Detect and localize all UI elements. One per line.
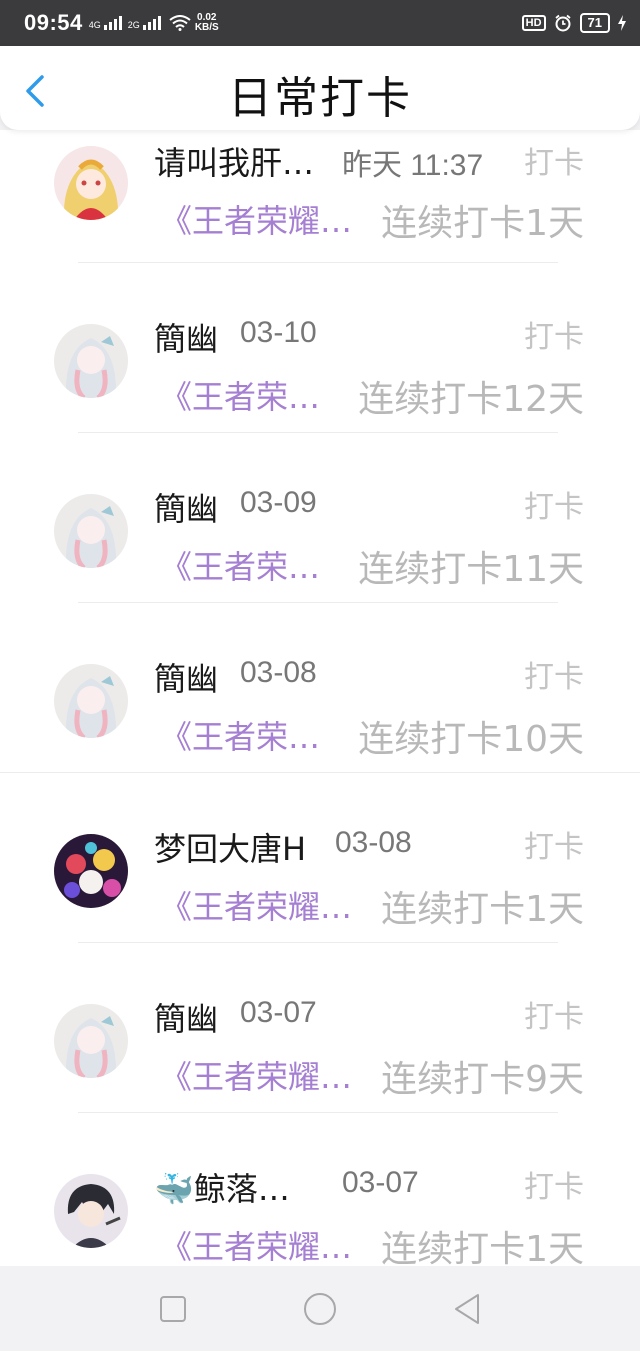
username[interactable]: 请叫我肝…: [154, 138, 314, 184]
divider: [78, 602, 558, 603]
checkin-action-label: 打卡: [524, 830, 584, 865]
list-item[interactable]: 🐳鲸落… 03-07 打卡 《王者荣耀… 连续打卡1天: [0, 1144, 640, 1266]
username[interactable]: 簡幽: [154, 484, 218, 530]
checkin-action-label: 打卡: [524, 1170, 584, 1205]
alarm-icon: [554, 14, 571, 32]
checkin-list[interactable]: 请叫我肝… 昨天 11:37 打卡 《王者荣耀… 连续打卡1天 簡幽 03-10…: [0, 130, 640, 1266]
avatar-image: [54, 1004, 128, 1078]
triangle-back-icon: [454, 1293, 479, 1324]
navigation-bar: 日常打卡: [0, 46, 640, 130]
username[interactable]: 簡幽: [154, 994, 218, 1040]
recent-apps-button[interactable]: [153, 1289, 193, 1329]
checkin-action-label: 打卡: [524, 660, 584, 695]
game-title[interactable]: 《王者荣…: [160, 372, 320, 418]
status-bar: 09:54 4G 2G 0.02 KB/S HD 71: [0, 0, 640, 46]
checkin-date: 03-08: [240, 656, 317, 689]
avatar-image: [54, 834, 128, 908]
network-label-2: 2G: [127, 20, 140, 30]
speed-unit: KB/S: [194, 22, 219, 33]
avatar[interactable]: [54, 324, 128, 398]
game-title[interactable]: 《王者荣耀…: [160, 196, 352, 242]
avatar[interactable]: [54, 834, 128, 908]
checkin-date: 03-07: [240, 996, 317, 1029]
game-title[interactable]: 《王者荣耀…: [160, 1222, 352, 1266]
signal-bars-icon: [103, 16, 122, 30]
list-item[interactable]: 簡幽 03-09 打卡 《王者荣… 连续打卡11天: [0, 464, 640, 634]
list-item[interactable]: 请叫我肝… 昨天 11:37 打卡 《王者荣耀… 连续打卡1天: [0, 130, 640, 294]
divider: [78, 262, 558, 263]
back-button[interactable]: [447, 1289, 487, 1329]
streak-text: 连续打卡10天: [358, 719, 584, 760]
list-item[interactable]: 簡幽 03-10 打卡 《王者荣… 连续打卡12天: [0, 294, 640, 464]
checkin-action-label: 打卡: [524, 320, 584, 355]
wifi-icon: [169, 15, 191, 31]
avatar[interactable]: [54, 1174, 128, 1248]
square-icon: [160, 1295, 187, 1322]
page-title: 日常打卡: [228, 73, 412, 124]
streak-text: 连续打卡1天: [381, 203, 584, 244]
circle-icon: [303, 1292, 336, 1325]
avatar[interactable]: [54, 494, 128, 568]
divider: [78, 942, 558, 943]
checkin-date: 昨天 11:37: [342, 149, 484, 182]
streak-text: 连续打卡11天: [358, 549, 584, 590]
username[interactable]: 梦回大唐H: [154, 824, 306, 870]
streak-text: 连续打卡1天: [381, 889, 584, 930]
signal-bars-icon: [142, 16, 161, 30]
avatar[interactable]: [54, 146, 128, 220]
avatar-image: [54, 146, 128, 220]
list-item[interactable]: 梦回大唐H 03-08 打卡 《王者荣耀… 连续打卡1天: [0, 804, 640, 974]
checkin-date: 03-10: [240, 316, 317, 349]
avatar-image: [54, 324, 128, 398]
system-navigation-bar: [0, 1266, 640, 1351]
avatar[interactable]: [54, 1004, 128, 1078]
avatar-image: [54, 664, 128, 738]
username[interactable]: 🐳鲸落…: [154, 1164, 290, 1210]
divider: [78, 432, 558, 433]
game-title[interactable]: 《王者荣…: [160, 542, 320, 588]
avatar-image: [54, 1174, 128, 1248]
status-right: HD 71: [521, 13, 626, 33]
checkin-date: 03-07: [342, 1166, 419, 1199]
avatar[interactable]: [54, 664, 128, 738]
signal-4g: 4G: [89, 16, 122, 30]
game-title[interactable]: 《王者荣耀…: [160, 1052, 352, 1098]
divider: [0, 772, 640, 773]
avatar-image: [54, 494, 128, 568]
checkin-action-label: 打卡: [524, 146, 584, 181]
username[interactable]: 簡幽: [154, 314, 218, 360]
checkin-action-label: 打卡: [524, 490, 584, 525]
checkin-date: 03-09: [240, 486, 317, 519]
divider: [78, 1112, 558, 1113]
game-title[interactable]: 《王者荣…: [160, 712, 320, 758]
signal-2g: 2G: [128, 16, 161, 30]
network-speed: 0.02 KB/S: [195, 13, 219, 33]
list-item[interactable]: 簡幽 03-08 打卡 《王者荣… 连续打卡10天: [0, 634, 640, 804]
network-label-1: 4G: [88, 20, 101, 30]
hd-indicator: HD: [521, 15, 546, 31]
streak-text: 连续打卡9天: [381, 1059, 584, 1100]
checkin-date: 03-08: [335, 826, 412, 859]
home-button[interactable]: [300, 1289, 340, 1329]
username[interactable]: 簡幽: [154, 654, 218, 700]
battery-indicator: 71: [579, 13, 610, 33]
game-title[interactable]: 《王者荣耀…: [160, 882, 352, 928]
clock: 09:54: [24, 10, 83, 35]
streak-text: 连续打卡12天: [358, 379, 584, 420]
charging-icon: [618, 15, 626, 31]
checkin-action-label: 打卡: [524, 1000, 584, 1035]
streak-text: 连续打卡1天: [381, 1229, 584, 1266]
list-item[interactable]: 簡幽 03-07 打卡 《王者荣耀… 连续打卡9天: [0, 974, 640, 1144]
